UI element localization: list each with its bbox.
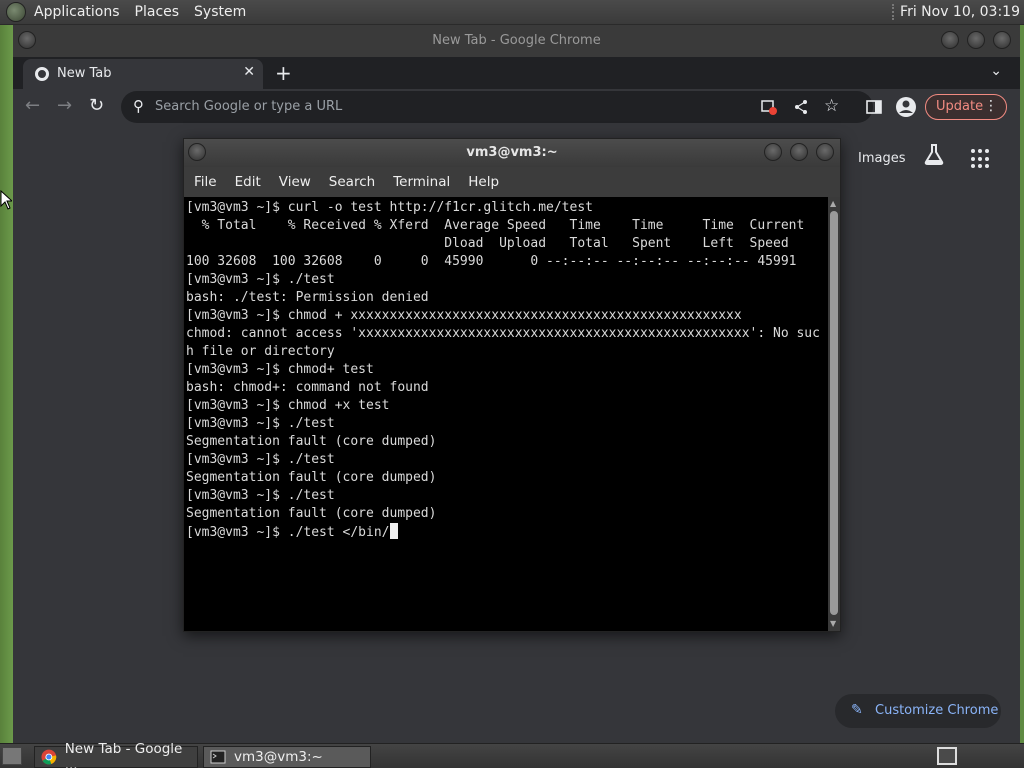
terminal-line: Segmentation fault (core dumped) bbox=[186, 470, 437, 485]
terminal-menu-help[interactable]: Help bbox=[468, 174, 499, 190]
terminal-line: Segmentation fault (core dumped) bbox=[186, 434, 437, 449]
taskbar-item-label: vm3@vm3:~ bbox=[234, 749, 323, 765]
terminal-line: [vm3@vm3 ~]$ ./test bbox=[186, 488, 335, 503]
menu-applications[interactable]: Applications bbox=[34, 4, 120, 20]
terminal-line: chmod: cannot access 'xxxxxxxxxxxxxxxxxx… bbox=[186, 326, 820, 341]
terminal-maximize-icon[interactable] bbox=[790, 143, 808, 161]
close-icon[interactable] bbox=[993, 31, 1011, 49]
taskbar-item-label: New Tab - Google ... bbox=[64, 741, 183, 768]
forward-icon[interactable]: → bbox=[57, 95, 72, 116]
panel-clock[interactable]: Fri Nov 10, 03:19 bbox=[892, 4, 1020, 20]
tab-strip: New Tab ✕ + ⌄ bbox=[13, 57, 1020, 89]
top-panel: Applications Places System Fri Nov 10, 0… bbox=[0, 0, 1024, 25]
customize-chrome-button[interactable]: ✎ Customize Chrome bbox=[835, 694, 1001, 728]
terminal-menubar: File Edit View Search Terminal Help bbox=[184, 167, 840, 197]
terminal-scrollbar[interactable]: ▲ ▼ bbox=[828, 197, 840, 631]
terminal-menu-terminal[interactable]: Terminal bbox=[393, 174, 450, 190]
scroll-down-icon[interactable]: ▼ bbox=[830, 619, 836, 628]
profile-avatar-icon[interactable] bbox=[895, 96, 917, 118]
tab-new-tab[interactable]: New Tab ✕ bbox=[23, 59, 263, 89]
back-icon[interactable]: ← bbox=[25, 95, 40, 116]
share-icon[interactable] bbox=[793, 99, 809, 115]
reload-icon[interactable]: ↻ bbox=[89, 95, 104, 116]
scrollbar-thumb[interactable] bbox=[830, 211, 838, 615]
customize-chrome-label: Customize Chrome bbox=[875, 703, 999, 718]
terminal-input[interactable]: [vm3@vm3 ~]$ ./test </bin/ bbox=[186, 525, 390, 540]
chrome-logo-icon bbox=[41, 749, 57, 765]
pencil-icon: ✎ bbox=[851, 702, 863, 718]
mouse-pointer-icon bbox=[0, 190, 12, 210]
omnibox[interactable]: ⚲ Search Google or type a URL ☆ bbox=[121, 91, 873, 123]
terminal-menu-view[interactable]: View bbox=[279, 174, 311, 190]
terminal-line: [vm3@vm3 ~]$ chmod +x test bbox=[186, 398, 390, 413]
taskbar-item-terminal[interactable]: vm3@vm3:~ bbox=[203, 746, 371, 768]
taskbar-item-chrome[interactable]: New Tab - Google ... bbox=[34, 741, 198, 768]
terminal-line: Segmentation fault (core dumped) bbox=[186, 506, 437, 521]
new-tab-icon[interactable]: + bbox=[275, 61, 292, 85]
terminal-line: [vm3@vm3 ~]$ chmod + xxxxxxxxxxxxxxxxxxx… bbox=[186, 308, 742, 323]
terminal-line: [vm3@vm3 ~]$ curl -o test http://f1cr.gl… bbox=[186, 200, 593, 215]
bookmark-star-icon[interactable]: ☆ bbox=[824, 96, 839, 116]
terminal-close-icon[interactable] bbox=[816, 143, 834, 161]
desktop-background-right bbox=[1020, 25, 1024, 743]
terminal-line: 100 32608 100 32608 0 0 45990 0 --:--:--… bbox=[186, 254, 797, 269]
terminal-minimize-icon[interactable] bbox=[764, 143, 782, 161]
terminal-line: [vm3@vm3 ~]$ ./test bbox=[186, 452, 335, 467]
distro-logo-icon[interactable] bbox=[6, 2, 26, 22]
terminal-icon bbox=[210, 750, 226, 764]
terminal-line: bash: chmod+: command not found bbox=[186, 380, 429, 395]
minimize-icon[interactable] bbox=[941, 31, 959, 49]
terminal-line: % Total % Received % Xferd Average Speed… bbox=[186, 218, 805, 233]
update-button[interactable]: Update ⋮ bbox=[925, 94, 1007, 120]
terminal-line: h file or directory bbox=[186, 344, 335, 359]
terminal-title: vm3@vm3:~ bbox=[466, 145, 558, 160]
more-options-icon[interactable]: ⋮ bbox=[984, 98, 998, 114]
labs-flask-icon[interactable] bbox=[923, 143, 945, 165]
images-link[interactable]: Images bbox=[858, 151, 906, 166]
menu-places[interactable]: Places bbox=[135, 4, 180, 20]
menu-system[interactable]: System bbox=[194, 4, 246, 20]
terminal-line: Dload Upload Total Spent Left Speed bbox=[186, 236, 789, 251]
chrome-window-title: New Tab - Google Chrome bbox=[432, 33, 601, 48]
chrome-titlebar[interactable]: New Tab - Google Chrome bbox=[13, 25, 1020, 57]
workspace-switcher[interactable] bbox=[937, 747, 957, 765]
terminal-menu-search[interactable]: Search bbox=[329, 174, 375, 190]
chrome-favicon-icon bbox=[35, 67, 49, 81]
text-cursor bbox=[389, 523, 398, 539]
tab-search-chevron-icon[interactable]: ⌄ bbox=[990, 63, 1002, 79]
terminal-window: vm3@vm3:~ File Edit View Search Terminal… bbox=[183, 138, 841, 632]
taskbar: New Tab - Google ... vm3@vm3:~ bbox=[0, 741, 1024, 768]
terminal-line: [vm3@vm3 ~]$ ./test bbox=[186, 416, 335, 431]
chrome-toolbar: ← → ↻ ⚲ Search Google or type a URL ☆ Up… bbox=[13, 89, 1020, 125]
terminal-line: [vm3@vm3 ~]$ chmod+ test bbox=[186, 362, 374, 377]
scroll-up-icon[interactable]: ▲ bbox=[830, 199, 836, 208]
desktop-background bbox=[0, 25, 13, 743]
side-panel-icon[interactable] bbox=[866, 99, 882, 115]
tab-close-icon[interactable]: ✕ bbox=[243, 64, 255, 80]
google-apps-icon[interactable] bbox=[971, 149, 991, 169]
update-label: Update bbox=[936, 99, 984, 114]
terminal-menu-file[interactable]: File bbox=[194, 174, 217, 190]
terminal-titlebar[interactable]: vm3@vm3:~ bbox=[184, 139, 840, 167]
terminal-menu-edit[interactable]: Edit bbox=[235, 174, 261, 190]
terminal-screen[interactable]: [vm3@vm3 ~]$ curl -o test http://f1cr.gl… bbox=[184, 197, 828, 631]
terminal-line: [vm3@vm3 ~]$ ./test bbox=[186, 272, 335, 287]
search-icon: ⚲ bbox=[133, 97, 144, 115]
tab-title: New Tab bbox=[57, 66, 112, 81]
maximize-icon[interactable] bbox=[967, 31, 985, 49]
show-desktop-icon[interactable] bbox=[2, 747, 22, 765]
terminal-line: bash: ./test: Permission denied bbox=[186, 290, 429, 305]
terminal-prompt-line[interactable]: [vm3@vm3 ~]$ ./test </bin/ bbox=[186, 523, 828, 541]
omnibox-input[interactable]: Search Google or type a URL bbox=[155, 99, 342, 114]
blocked-popup-icon[interactable] bbox=[761, 99, 777, 115]
